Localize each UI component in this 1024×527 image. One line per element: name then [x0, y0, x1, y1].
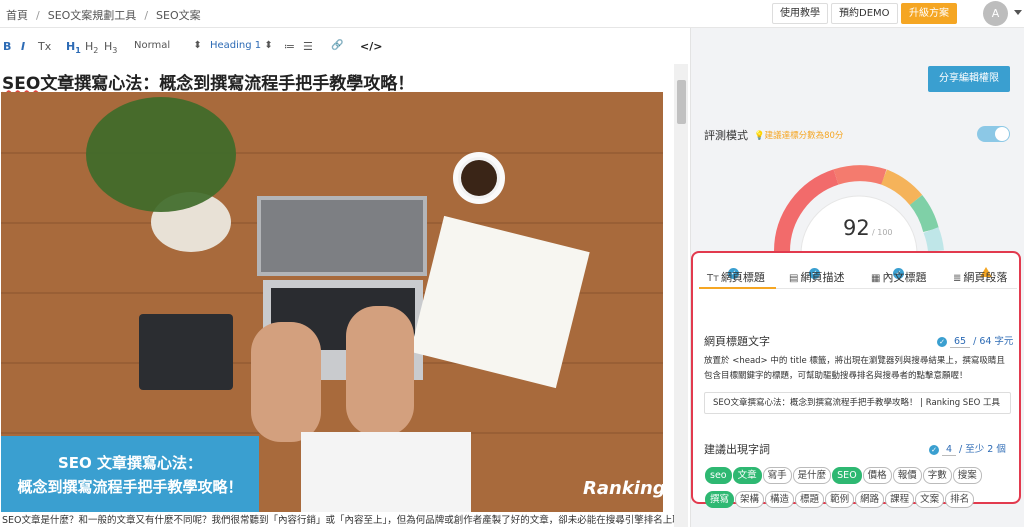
- title-section-description: 放置於 <head> 中的 title 標籤，將出現在瀏覽器列與搜尋結果上，撰寫…: [704, 356, 1005, 381]
- keyword-tag[interactable]: 文章: [732, 467, 762, 484]
- keyword-tag[interactable]: 價格: [862, 467, 892, 484]
- hero-image: SEO 文章撰寫心法： 概念到撰寫流程手把手教學攻略！ Ranking: [1, 92, 663, 512]
- check-icon: ✓: [937, 336, 947, 347]
- breadcrumb-current: SEO文案: [156, 9, 201, 22]
- check-icon: ✓: [929, 444, 939, 455]
- seo-score: 92: [843, 216, 870, 240]
- bullet-list-button[interactable]: ☰: [303, 40, 313, 53]
- keyword-tag[interactable]: 架構: [735, 491, 765, 508]
- gauge-segment-orange: [880, 169, 923, 206]
- format-select[interactable]: Normal ⬍: [134, 40, 202, 51]
- seo-score-max: / 100: [872, 228, 893, 237]
- editor-toolbar: B I Tx H1 H2 H3 Normal ⬍ Heading 1 ⬍ ≔ ☰…: [0, 37, 690, 59]
- heading1-button[interactable]: H1: [66, 40, 81, 55]
- keyword-tag[interactable]: 報價: [892, 467, 922, 484]
- tab-page-paragraphs[interactable]: ≣ 網頁段落: [953, 269, 1007, 285]
- share-edit-permission-button[interactable]: 分享編輯權限: [928, 66, 1010, 92]
- keyword-tag[interactable]: seo: [705, 467, 732, 484]
- hero-caption-box: SEO 文章撰寫心法： 概念到撰寫流程手把手教學攻略！: [1, 436, 259, 512]
- heading2-button[interactable]: H2: [85, 40, 98, 55]
- editor-scrollbar[interactable]: [674, 64, 688, 527]
- hero-caption-line1: SEO 文章撰寫心法：: [57, 454, 203, 472]
- ranking-logo: Ranking: [583, 478, 663, 499]
- keyword-tag[interactable]: 文案: [915, 491, 945, 508]
- paragraph-icon: ≣: [953, 273, 962, 284]
- link-button[interactable]: 🔗: [331, 40, 343, 51]
- avatar[interactable]: A: [983, 1, 1008, 26]
- keyword-count: ✓ 4/ 至少 2 個: [929, 441, 1006, 456]
- gauge-segment-teal: [923, 227, 944, 253]
- plant-leaves: [86, 97, 236, 212]
- keyword-tags: seo 文章 寫手 是什麼 SEO 價格 報價 字數 搜案撰寫 架構 構造 標題 範例 網路 課程 文案 排名: [705, 463, 1005, 511]
- breadcrumb: 首頁 / SEO文案規劃工具 / SEO文案: [6, 9, 201, 22]
- lightbulb-icon: 💡: [754, 131, 765, 141]
- article-title[interactable]: SEO文章撰寫心法：概念到撰寫流程手把手教學攻略！: [2, 69, 414, 94]
- hero-caption-line2: 概念到撰寫流程手把手教學攻略！: [17, 478, 243, 496]
- keyword-tag[interactable]: 範例: [825, 491, 855, 508]
- laptop-image: [257, 196, 427, 276]
- heading-select[interactable]: Heading 1 ⬍: [210, 40, 273, 51]
- keyword-tag[interactable]: 構造: [765, 491, 795, 508]
- keyword-tag[interactable]: 是什麼: [792, 467, 832, 484]
- text-icon: Tт: [707, 273, 719, 284]
- keyword-tag[interactable]: 寫手: [762, 467, 792, 484]
- keyword-section-label: 建議出現字詞: [704, 443, 770, 456]
- description-icon: ▤: [789, 273, 799, 284]
- keyword-tag[interactable]: SEO: [832, 467, 862, 484]
- seo-panel: 分享編輯權限 評測模式 💡建議達標分數為80分 92 / 100 ✓ ✓ ✓ T…: [690, 28, 1024, 527]
- title-section-label: 網頁標題文字: [704, 335, 770, 348]
- ordered-list-button[interactable]: ≔: [284, 40, 295, 53]
- tab-content-headings[interactable]: ▦ 內文標題: [871, 269, 926, 285]
- score-tip: 💡建議達標分數為80分: [754, 131, 844, 141]
- keyword-tag[interactable]: 標題: [795, 491, 825, 508]
- page-title-input[interactable]: SEO文章撰寫心法：概念到撰寫流程手把手教學攻略！ | Ranking SEO …: [704, 392, 1011, 414]
- evaluation-mode-label: 評測模式: [704, 129, 748, 142]
- italic-button[interactable]: I: [21, 40, 25, 53]
- code-button[interactable]: </>: [360, 40, 382, 53]
- book-demo-button[interactable]: 預約DEMO: [831, 3, 898, 24]
- check-tabs: ✓ ✓ ✓ Tт 網頁標題 ▤ 網頁描述 ▦ 內文標題 ≣ 網頁段落: [699, 265, 1017, 289]
- article-body-text[interactable]: SEO文章是什麼？和一般的文章又有什麼不同呢？我們很常聽到「內容行銷」或「內容至…: [2, 512, 674, 526]
- gauge-segment-red-2: [833, 165, 887, 185]
- keyword-tag[interactable]: 撰寫: [705, 491, 735, 508]
- heading-icon: ▦: [871, 273, 881, 284]
- editor-scrollbar-thumb[interactable]: [677, 80, 686, 124]
- keyword-tag[interactable]: 排名: [945, 491, 975, 508]
- keyword-tag[interactable]: 網路: [855, 491, 885, 508]
- evaluation-mode-toggle[interactable]: [977, 126, 1010, 142]
- bold-button[interactable]: B: [3, 40, 11, 53]
- tab-page-description[interactable]: ▤ 網頁描述: [789, 269, 844, 285]
- keyword-tag[interactable]: 字數: [922, 467, 952, 484]
- title-char-count: ✓ 65/ 64 字元: [937, 333, 1013, 348]
- gauge-segment-green: [909, 194, 939, 233]
- breadcrumb-seo-tool[interactable]: SEO文案規劃工具: [48, 9, 137, 22]
- breadcrumb-home[interactable]: 首頁: [6, 9, 28, 22]
- clear-format-button[interactable]: Tx: [38, 40, 51, 53]
- heading3-button[interactable]: H3: [104, 40, 117, 55]
- top-bar: 首頁 / SEO文案規劃工具 / SEO文案 使用教學 預約DEMO 升級方案 A: [0, 0, 1024, 28]
- tab-page-title[interactable]: Tт 網頁標題: [707, 269, 765, 285]
- tablet-image: [139, 314, 233, 390]
- tutorial-button[interactable]: 使用教學: [772, 3, 828, 24]
- keyword-tag[interactable]: 課程: [885, 491, 915, 508]
- seo-checks-panel: ✓ ✓ ✓ Tт 網頁標題 ▤ 網頁描述 ▦ 內文標題 ≣ 網頁段落 網頁標題文字 ✓ 6…: [691, 251, 1021, 508]
- chevron-down-icon[interactable]: [1014, 10, 1022, 15]
- keyword-tag[interactable]: 搜案: [952, 467, 982, 484]
- active-tab-indicator: [699, 287, 776, 289]
- upgrade-button[interactable]: 升級方案: [901, 3, 957, 24]
